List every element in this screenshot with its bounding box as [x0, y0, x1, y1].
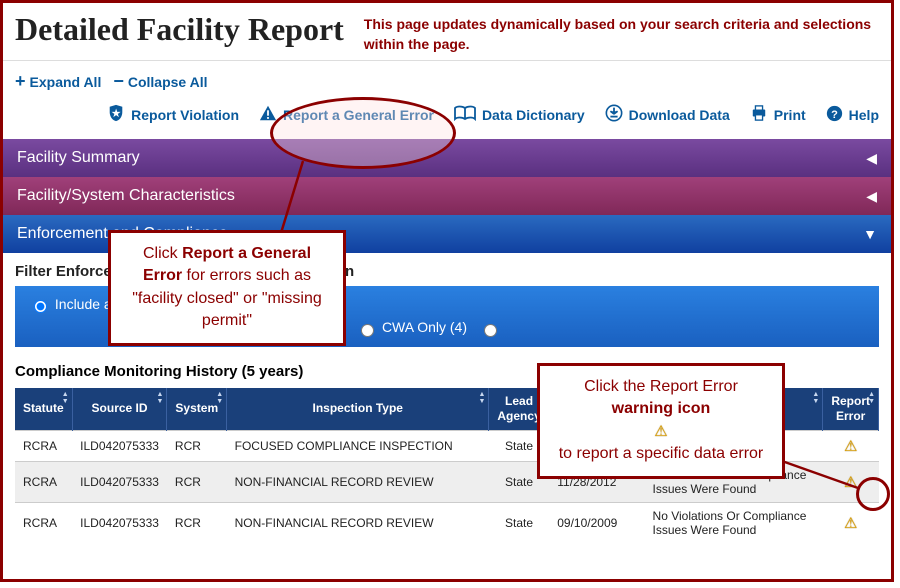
collapse-all-button[interactable]: − Collapse All	[113, 71, 207, 92]
download-icon	[605, 104, 623, 125]
cwa-only-label: CWA Only (4)	[382, 319, 467, 335]
report-error-icon[interactable]: ⚠	[844, 438, 857, 455]
svg-text:★: ★	[112, 109, 121, 120]
report-error-icon[interactable]: ⚠	[844, 474, 857, 491]
report-error-icon[interactable]: ⚠	[844, 515, 857, 532]
facility-summary-label: Facility Summary	[17, 149, 140, 167]
help-button[interactable]: ? Help	[826, 105, 879, 125]
report-violation-button[interactable]: ★ Report Violation	[107, 104, 239, 125]
col-source-id[interactable]: Source ID▲▼	[72, 388, 167, 431]
col-report-error[interactable]: Report Error▲▼	[823, 388, 879, 431]
help-label: Help	[849, 107, 879, 123]
collapse-all-label: Collapse All	[128, 74, 208, 90]
report-violation-label: Report Violation	[131, 107, 239, 123]
data-dictionary-label: Data Dictionary	[482, 107, 585, 123]
download-data-button[interactable]: Download Data	[605, 104, 730, 125]
page-title: Detailed Facility Report	[15, 11, 344, 54]
facility-characteristics-label: Facility/System Characteristics	[17, 187, 235, 205]
col-system[interactable]: System▲▼	[167, 388, 227, 431]
expand-all-label: Expand All	[30, 74, 102, 90]
print-button[interactable]: Print	[750, 105, 806, 124]
download-data-label: Download Data	[629, 107, 730, 123]
expanded-icon: ▼	[863, 226, 877, 242]
callout-warning-icon: Click the Report Error warning icon ⚠ to…	[537, 363, 785, 479]
book-icon	[454, 105, 476, 124]
cwa-only-radio[interactable]	[361, 324, 374, 337]
printer-icon	[750, 105, 768, 124]
other-only-radio[interactable]	[484, 324, 497, 337]
collapsed-icon: ◀	[866, 188, 877, 205]
star-badge-icon: ★	[107, 104, 125, 125]
facility-characteristics-section[interactable]: Facility/System Characteristics ◀	[3, 177, 891, 215]
help-icon: ?	[826, 105, 843, 125]
collapsed-icon: ◀	[866, 150, 877, 167]
warning-icon: ⚠	[654, 423, 667, 440]
plus-icon: +	[15, 71, 26, 92]
col-statute[interactable]: Statute▲▼	[15, 388, 72, 431]
callout-general-error: Click Report a General Error for errors …	[108, 230, 346, 346]
include-all-radio[interactable]	[34, 300, 47, 313]
expand-all-button[interactable]: + Expand All	[15, 71, 101, 92]
dynamic-update-note: This page updates dynamically based on y…	[364, 15, 879, 54]
col-inspection-type[interactable]: Inspection Type▲▼	[227, 388, 489, 431]
svg-text:?: ?	[831, 108, 838, 120]
annotation-circle	[856, 477, 890, 511]
print-label: Print	[774, 107, 806, 123]
annotation-oval	[270, 97, 456, 169]
table-row: RCRAILD042075333RCRNON-FINANCIAL RECORD …	[15, 502, 879, 543]
minus-icon: −	[113, 71, 124, 92]
data-dictionary-button[interactable]: Data Dictionary	[454, 105, 585, 124]
